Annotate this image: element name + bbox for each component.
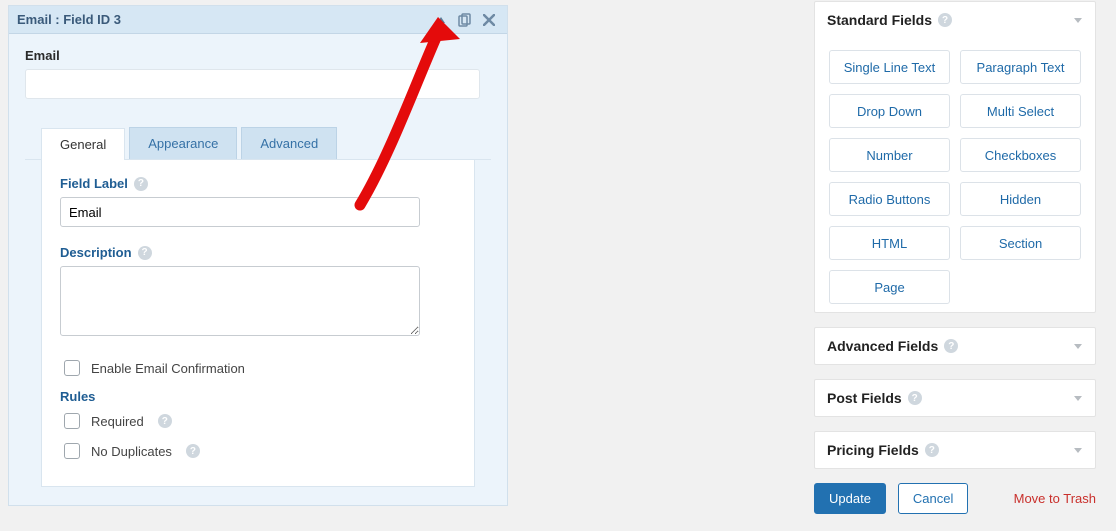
standard-fields-grid: Single Line Text Paragraph Text Drop Dow… [815,38,1095,312]
field-multi-select[interactable]: Multi Select [960,94,1081,128]
description-textarea[interactable] [60,266,420,336]
no-duplicates-checkbox[interactable] [64,443,80,459]
panel-header: Email : Field ID 3 [9,6,507,34]
rules-heading-text: Rules [60,389,95,404]
section-title: Pricing Fields [827,442,919,458]
duplicate-icon[interactable] [455,10,475,30]
field-label-text: Field Label [60,176,128,191]
section-title: Advanced Fields [827,338,938,354]
required-checkbox[interactable] [64,413,80,429]
enable-confirmation-checkbox[interactable] [64,360,80,376]
chevron-down-icon [1073,12,1083,28]
rules-heading: Rules [60,389,456,404]
field-section[interactable]: Section [960,226,1081,260]
field-number[interactable]: Number [829,138,950,172]
section-title: Standard Fields [827,12,932,28]
field-settings-panel: Email : Field ID 3 Email General Appeara… [8,5,508,506]
field-page[interactable]: Page [829,270,950,304]
tab-content-general: Field Label ? Description ? Enable Email… [41,160,475,487]
enable-confirmation-row: Enable Email Confirmation [60,357,456,379]
field-drop-down[interactable]: Drop Down [829,94,950,128]
help-icon[interactable]: ? [134,177,148,191]
preview-label: Email [25,48,491,63]
panel-title: Email : Field ID 3 [17,12,427,27]
field-single-line-text[interactable]: Single Line Text [829,50,950,84]
collapse-icon[interactable] [431,10,451,30]
section-title: Post Fields [827,390,902,406]
help-icon[interactable]: ? [186,444,200,458]
help-icon[interactable]: ? [138,246,152,260]
field-hidden[interactable]: Hidden [960,182,1081,216]
required-row: Required ? [60,410,456,432]
required-label: Required [91,414,144,429]
description-label-text: Description [60,245,132,260]
field-label-heading: Field Label ? [60,176,456,191]
help-icon[interactable]: ? [908,391,922,405]
description-heading: Description ? [60,245,456,260]
section-header-pricing[interactable]: Pricing Fields ? [815,432,1095,468]
field-radio-buttons[interactable]: Radio Buttons [829,182,950,216]
section-advanced-fields: Advanced Fields ? [814,327,1096,365]
help-icon[interactable]: ? [158,414,172,428]
help-icon[interactable]: ? [944,339,958,353]
no-duplicates-label: No Duplicates [91,444,172,459]
form-actions: Update Cancel Move to Trash [814,483,1096,514]
section-header-post[interactable]: Post Fields ? [815,380,1095,416]
field-picker-column: Standard Fields ? Single Line Text Parag… [814,1,1096,514]
no-duplicates-row: No Duplicates ? [60,440,456,462]
tab-general[interactable]: General [41,128,125,160]
chevron-down-icon [1073,338,1083,354]
help-icon[interactable]: ? [938,13,952,27]
move-to-trash-link[interactable]: Move to Trash [1014,491,1096,506]
field-label-input[interactable] [60,197,420,227]
update-button[interactable]: Update [814,483,886,514]
chevron-down-icon [1073,442,1083,458]
field-html[interactable]: HTML [829,226,950,260]
field-checkboxes[interactable]: Checkboxes [960,138,1081,172]
tab-bar: General Appearance Advanced [25,127,491,160]
tab-advanced[interactable]: Advanced [241,127,337,159]
section-header-standard[interactable]: Standard Fields ? [815,2,1095,38]
section-pricing-fields: Pricing Fields ? [814,431,1096,469]
cancel-button[interactable]: Cancel [898,483,968,514]
enable-confirmation-label: Enable Email Confirmation [91,361,245,376]
chevron-down-icon [1073,390,1083,406]
preview-input[interactable] [25,69,480,99]
section-header-advanced[interactable]: Advanced Fields ? [815,328,1095,364]
field-paragraph-text[interactable]: Paragraph Text [960,50,1081,84]
close-icon[interactable] [479,10,499,30]
section-post-fields: Post Fields ? [814,379,1096,417]
help-icon[interactable]: ? [925,443,939,457]
section-standard-fields: Standard Fields ? Single Line Text Parag… [814,1,1096,313]
tab-appearance[interactable]: Appearance [129,127,237,159]
